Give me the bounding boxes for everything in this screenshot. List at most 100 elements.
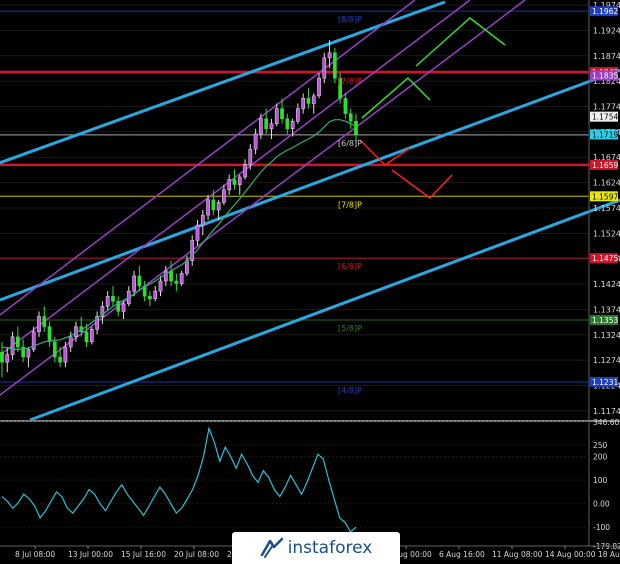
price-tag-text: 1.1353: [592, 316, 618, 325]
candle-body: [253, 133, 258, 150]
candle-body: [259, 118, 263, 135]
time-tick-label: 11 Aug 08:00: [492, 550, 543, 559]
candle-body: [68, 336, 73, 348]
murrey-level-label: [5/8]P: [338, 324, 362, 333]
candle-body: [89, 328, 94, 343]
instaforex-logo: instaforex: [232, 532, 400, 564]
candle-body: [137, 275, 142, 287]
candle-body: [158, 280, 163, 292]
candle-body: [327, 52, 332, 59]
candle-body: [322, 57, 327, 79]
candle-body: [37, 316, 41, 332]
candle-body: [153, 290, 158, 300]
candle-body: [58, 356, 62, 363]
candle-body: [222, 189, 226, 203]
candle-body: [269, 123, 274, 130]
candle-body: [190, 240, 195, 261]
candle-body: [105, 295, 110, 307]
candle-body: [0, 351, 4, 363]
candle-body: [227, 179, 232, 190]
indicator-tick-label: 250: [593, 441, 608, 450]
price-tick-label: 1.1874: [593, 52, 620, 61]
price-tag-text: 1.1659: [592, 161, 618, 170]
murrey-level-label: [4/8]P: [338, 386, 362, 395]
candle-body: [5, 354, 10, 363]
candle-body: [206, 199, 210, 216]
candle-body: [348, 113, 353, 122]
time-tick-label: 6 Aug 16:00: [439, 550, 485, 559]
candle-body: [274, 108, 279, 125]
price-tick-label: 1.1524: [593, 229, 620, 238]
time-tick-label: 15 Jul 16:00: [121, 550, 166, 559]
murrey-level-label: [6/8]P: [338, 262, 362, 271]
candle-body: [63, 346, 68, 363]
candle-body: [216, 202, 221, 211]
price-tick-label: 1.1274: [593, 356, 620, 365]
price-tag-text: 1.1835: [592, 72, 618, 81]
candle-body: [52, 341, 57, 358]
time-tick-label: 8 Jul 08:00: [15, 550, 55, 559]
indicator-tick-label: 346.6021: [593, 418, 620, 427]
candle-body: [174, 280, 179, 284]
candle-body: [285, 118, 290, 130]
candle-body: [317, 77, 321, 97]
murrey-level-label: [6/8]P: [338, 139, 362, 148]
indicator-tick-label: -100: [593, 523, 610, 532]
time-tick-label: 13 Jul 00:00: [68, 550, 113, 559]
price-tick-label: 1.1774: [593, 103, 620, 112]
candle-body: [132, 275, 136, 292]
indicator-tick-label: 200: [593, 453, 608, 462]
candle-body: [354, 120, 358, 135]
candle-body: [306, 98, 311, 104]
candle-body: [264, 118, 269, 130]
murrey-level-label: [7/8]P: [338, 200, 362, 209]
chart-background: [0, 0, 620, 564]
candle-body: [333, 52, 337, 79]
candle-body: [185, 260, 189, 274]
candle-body: [47, 326, 52, 343]
candle-body: [290, 120, 295, 130]
candle-body: [301, 98, 306, 109]
candle-body: [343, 98, 348, 114]
indicator-tick-label: 0.00: [593, 500, 610, 509]
logo-mark-icon: [260, 537, 283, 558]
murrey-level-label: [7/8]P: [338, 77, 362, 86]
price-chart: [8/8]P [7/8]P [6/8]P [7/8]P [6/8]P [5/8]P [4/8…: [0, 0, 620, 564]
price-tick-label: 1.1574: [593, 204, 620, 213]
candle-body: [148, 295, 152, 300]
candle-body: [111, 295, 115, 302]
candle-body: [243, 164, 247, 178]
price-tag-text: 1.1962: [592, 7, 618, 16]
candle-body: [200, 214, 205, 226]
candle-body: [16, 336, 20, 348]
time-tick-label: 18 Aug 16:00: [598, 550, 620, 559]
price-tag-text: 1.1597: [592, 192, 618, 201]
candle-body: [26, 349, 31, 358]
price-tick-label: 1.1174: [593, 407, 620, 416]
candle-body: [296, 108, 300, 122]
candle-body: [179, 273, 184, 284]
candle-body: [121, 303, 126, 312]
candle-body: [10, 336, 15, 355]
price-tag-text: 1.1475: [592, 254, 618, 263]
time-tick-label: 14 Aug 00:00: [545, 550, 596, 559]
price-tick-label: 1.1924: [593, 26, 620, 35]
candle-body: [211, 199, 216, 211]
candle-body: [163, 270, 168, 282]
candle-body: [169, 270, 173, 282]
candle-body: [311, 95, 316, 104]
price-tag-text: 1.1231: [592, 378, 618, 387]
price-tick-label: 1.1624: [593, 179, 620, 188]
candle-body: [248, 148, 253, 165]
price-tick-label: 1.1424: [593, 280, 620, 289]
price-tag-text: 1.1754: [592, 113, 618, 122]
logo-text: instaforex: [287, 538, 373, 558]
candle-body: [42, 316, 47, 327]
candle-body: [237, 176, 242, 185]
time-tick-label: 20 Jul 08:00: [174, 550, 219, 559]
indicator-tick-label: 100: [593, 476, 608, 485]
candle-body: [195, 224, 200, 241]
candle-body: [84, 331, 89, 343]
candle-body: [280, 108, 284, 119]
price-tag-text: 1.1719: [592, 130, 618, 139]
